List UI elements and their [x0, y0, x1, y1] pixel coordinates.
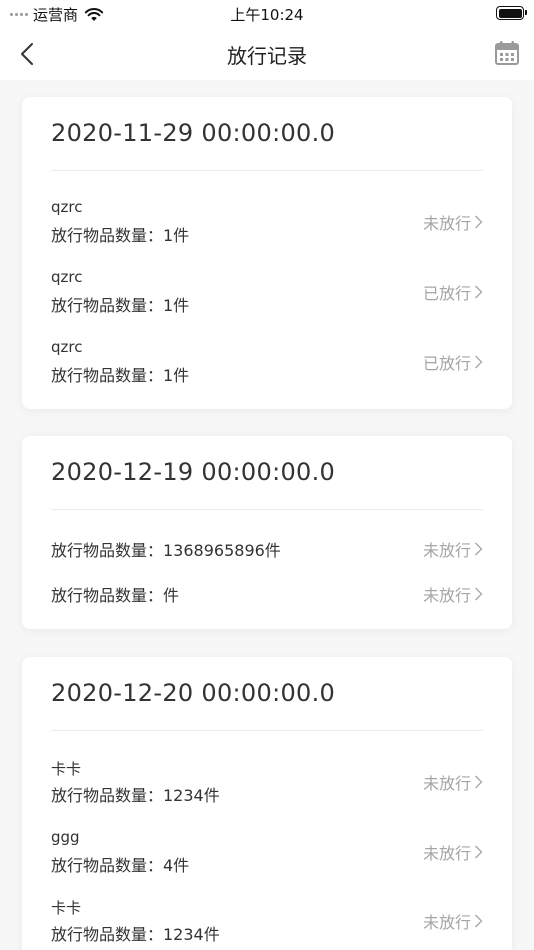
record-row[interactable]: qzrc 放行物品数量：1件 已放行 — [51, 338, 483, 388]
chevron-right-icon — [475, 355, 483, 369]
record-quantity: 放行物品数量：1234件 — [51, 786, 220, 805]
status-label: 未放行 — [422, 913, 471, 932]
divider — [51, 730, 483, 731]
battery-icon — [496, 6, 527, 20]
divider — [51, 509, 483, 510]
record-row[interactable]: qzrc 放行物品数量：1件 已放行 — [51, 268, 483, 318]
record-row[interactable]: 卡卡 放行物品数量：1234件 未放行 — [51, 758, 483, 808]
record-name: qzrc — [51, 198, 83, 216]
status-label: 未放行 — [422, 586, 471, 605]
record-name: 卡卡 — [51, 899, 82, 917]
chevron-right-icon — [475, 914, 483, 928]
record-status: 未放行 — [423, 537, 483, 561]
group-date: 2020-12-19 00:00:00.0 — [51, 458, 336, 486]
group-date: 2020-11-29 00:00:00.0 — [51, 119, 336, 147]
record-status: 未放行 — [423, 909, 483, 933]
page-title: 放行记录 — [227, 44, 307, 68]
record-quantity: 放行物品数量：1件 — [51, 296, 190, 315]
record-quantity: 放行物品数量：件 — [51, 586, 180, 605]
record-status: 未放行 — [423, 840, 483, 864]
record-quantity: 放行物品数量：1368965896件 — [51, 541, 281, 560]
status-label: 未放行 — [422, 541, 471, 560]
chevron-right-icon — [475, 215, 483, 229]
record-quantity: 放行物品数量：4件 — [51, 856, 190, 875]
status-label: 未放行 — [422, 844, 471, 863]
record-status: 未放行 — [423, 210, 483, 234]
status-label: 已放行 — [422, 284, 471, 303]
chevron-right-icon — [475, 285, 483, 299]
record-row[interactable]: 放行物品数量：1368965896件 未放行 — [51, 537, 483, 561]
record-status: 未放行 — [423, 770, 483, 794]
record-row[interactable]: 放行物品数量：件 未放行 — [51, 582, 483, 606]
record-quantity: 放行物品数量：1件 — [51, 226, 190, 245]
status-time: 上午10:24 — [230, 6, 304, 24]
record-status: 未放行 — [423, 582, 483, 606]
status-label: 已放行 — [422, 354, 471, 373]
record-name: qzrc — [51, 268, 83, 286]
record-group-card: 2020-12-20 00:00:00.0 卡卡 放行物品数量：1234件 未放… — [22, 657, 512, 950]
record-status: 已放行 — [423, 350, 483, 374]
nav-bar: 放行记录 — [0, 28, 534, 80]
record-name: ggg — [51, 828, 80, 846]
calendar-icon[interactable] — [494, 40, 520, 66]
status-bar: 运营商 上午10:24 — [0, 0, 534, 28]
group-date: 2020-12-20 00:00:00.0 — [51, 679, 336, 707]
chevron-right-icon — [475, 542, 483, 556]
record-group-card: 2020-11-29 00:00:00.0 qzrc 放行物品数量：1件 未放行… — [22, 97, 512, 409]
record-status: 已放行 — [423, 280, 483, 304]
status-label: 未放行 — [422, 774, 471, 793]
record-name: 卡卡 — [51, 760, 82, 778]
record-row[interactable]: ggg 放行物品数量：4件 未放行 — [51, 828, 483, 878]
record-name: qzrc — [51, 338, 83, 356]
chevron-right-icon — [475, 775, 483, 789]
divider — [51, 170, 483, 171]
record-quantity: 放行物品数量：1件 — [51, 366, 190, 385]
record-group-card: 2020-12-19 00:00:00.0 放行物品数量：1368965896件… — [22, 436, 512, 629]
record-row[interactable]: qzrc 放行物品数量：1件 未放行 — [51, 198, 483, 248]
chevron-right-icon — [475, 845, 483, 859]
status-label: 未放行 — [422, 214, 471, 233]
record-row[interactable]: 卡卡 放行物品数量：1234件 未放行 — [51, 897, 483, 947]
record-quantity: 放行物品数量：1234件 — [51, 925, 220, 944]
chevron-right-icon — [475, 587, 483, 601]
